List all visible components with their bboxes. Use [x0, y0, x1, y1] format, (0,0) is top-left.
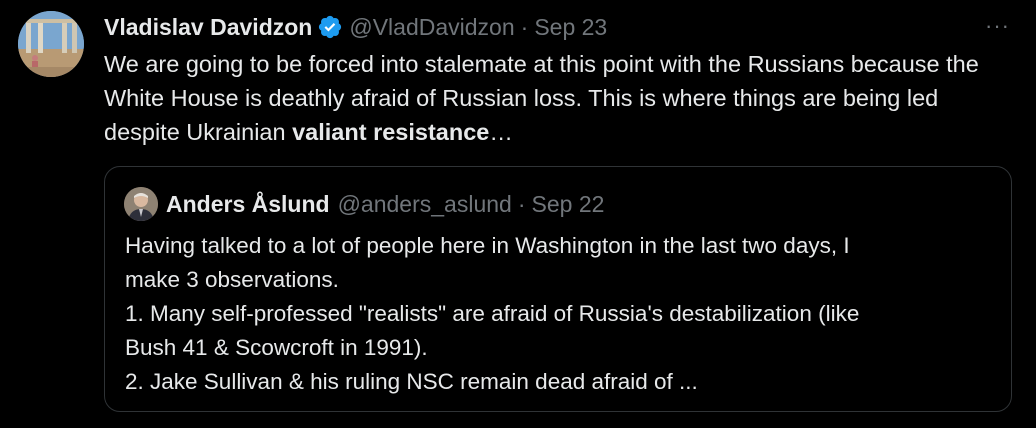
- quoted-text-line: make 3 observations.: [125, 267, 339, 292]
- author-name[interactable]: Vladislav Davidzon: [104, 14, 312, 41]
- more-options-icon[interactable]: ···: [985, 14, 1010, 38]
- tweet-header: Vladislav Davidzon @VladDavidzon · Sep 2…: [104, 10, 607, 44]
- tweet-text-bold: valiant resistance: [292, 119, 490, 145]
- quoted-text-line: 1. Many self-professed "realists" are af…: [125, 301, 860, 326]
- separator-dot: ·: [520, 13, 529, 40]
- quoted-tweet-date[interactable]: Sep 22: [532, 191, 605, 218]
- author-handle[interactable]: @VladDavidzon: [349, 14, 514, 41]
- quoted-avatar-photo: [124, 187, 158, 221]
- quoted-tweet-text: Having talked to a lot of people here in…: [125, 229, 995, 399]
- tweet-date[interactable]: Sep 23: [534, 14, 607, 41]
- quoted-separator-dot: ·: [517, 190, 526, 217]
- quoted-text-line: 2. Jake Sullivan & his ruling NSC remain…: [125, 369, 698, 394]
- tweet-text-part1: We are going to be forced into stalemate…: [104, 51, 979, 145]
- author-avatar[interactable]: [18, 11, 84, 77]
- tweet-text: We are going to be forced into stalemate…: [104, 47, 1016, 149]
- quoted-author-handle[interactable]: @anders_aslund: [338, 191, 512, 218]
- verified-badge-icon: [317, 14, 343, 40]
- quoted-tweet-header: Anders Åslund @anders_aslund · Sep 22: [124, 187, 604, 221]
- quoted-author-avatar[interactable]: [124, 187, 158, 221]
- quoted-text-line: Bush 41 & Scowcroft in 1991).: [125, 335, 428, 360]
- quoted-tweet[interactable]: Anders Åslund @anders_aslund · Sep 22 Ha…: [104, 166, 1012, 412]
- avatar-photo: [18, 11, 84, 77]
- quoted-author-name[interactable]: Anders Åslund: [166, 191, 330, 218]
- tweet-text-part2: …: [489, 119, 513, 145]
- quoted-text-line: Having talked to a lot of people here in…: [125, 233, 850, 258]
- tweet[interactable]: Vladislav Davidzon @VladDavidzon · Sep 2…: [0, 0, 1036, 428]
